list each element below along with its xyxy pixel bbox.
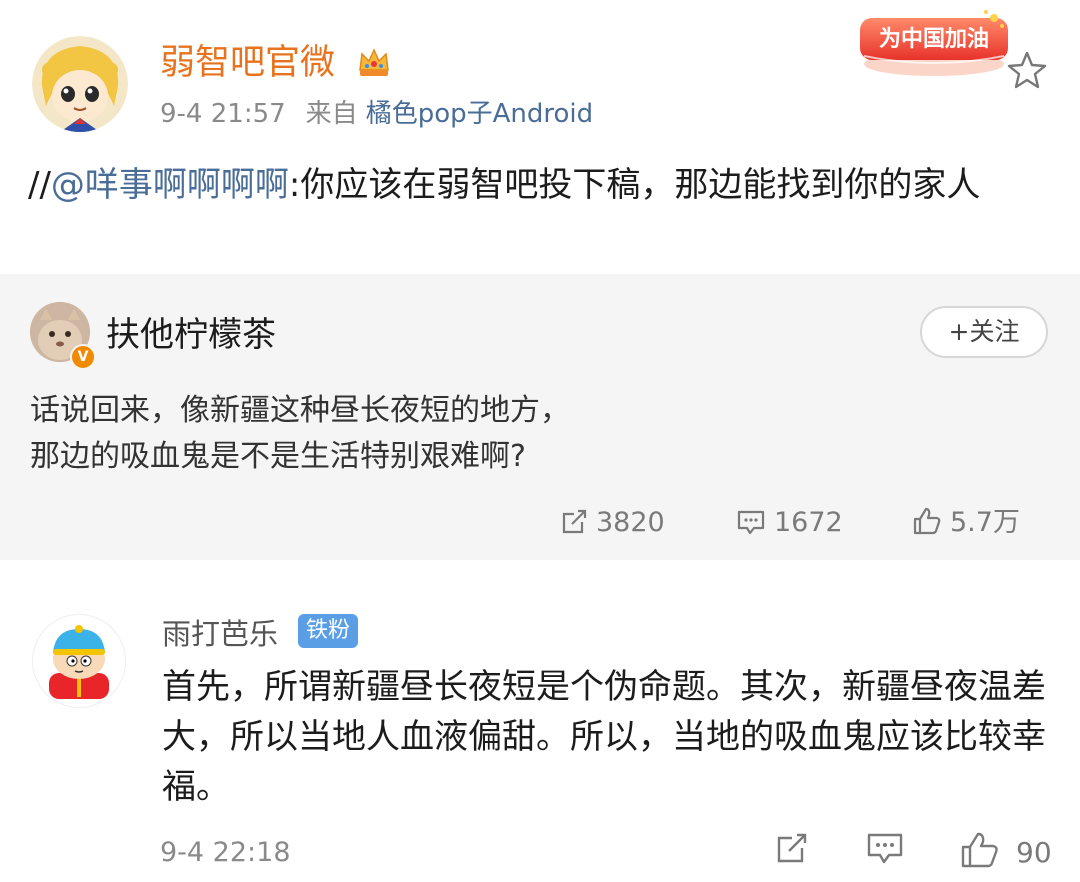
quoted-author-name[interactable]: 扶他柠檬茶 [106, 312, 276, 358]
cheer-china-badge: 为中国加油 [856, 8, 1012, 80]
repost-count: 3820 [596, 507, 665, 538]
quoted-text-line-2: 那边的吸血鬼是不是生活特别艰难啊? [30, 439, 526, 474]
post-time: 9-4 21:57 [160, 99, 286, 129]
fan-badge: 铁粉 [298, 614, 359, 648]
like-count: 5.7万 [950, 507, 1020, 538]
comment-reply-button[interactable] [866, 830, 904, 870]
repost-icon [777, 833, 807, 863]
quoted-like-button[interactable]: 5.7万 [912, 504, 1020, 542]
commenter-name[interactable]: 雨打芭乐 [162, 614, 278, 654]
author-avatar[interactable] [32, 36, 128, 132]
crown-icon [356, 44, 392, 80]
comment-icon [867, 833, 903, 864]
comment-repost-button[interactable] [774, 830, 810, 870]
post-meta: 9-4 21:57 来自 橘色pop子Android [160, 96, 593, 132]
mention-link[interactable]: @咩事啊啊啊啊 [51, 165, 289, 205]
thumbs-up-icon [913, 507, 941, 535]
comment-like-button[interactable] [960, 830, 1000, 874]
post-body: :你应该在弱智吧投下稿，那边能找到你的家人 [288, 165, 981, 205]
comment-icon [737, 510, 765, 535]
author-name[interactable]: 弱智吧官微 [160, 40, 335, 86]
from-label: 来自 [305, 99, 358, 129]
quoted-text-line-1: 话说回来，像新疆这种昼长夜短的地方， [30, 393, 570, 428]
repost-icon [562, 509, 587, 534]
quoted-comment-button[interactable]: 1672 [736, 504, 843, 542]
comment-time: 9-4 22:18 [160, 837, 291, 868]
thumbs-up-icon [961, 832, 998, 868]
star-icon[interactable] [1006, 50, 1048, 90]
comment-count: 1672 [774, 507, 843, 538]
post-source[interactable]: 橘色pop子Android [366, 99, 593, 129]
badge-text: 为中国加油 [879, 26, 989, 51]
quoted-repost-button[interactable]: 3820 [560, 504, 665, 542]
verified-badge: V [70, 344, 96, 370]
quoted-text: 话说回来，像新疆这种昼长夜短的地方， 那边的吸血鬼是不是生活特别艰难啊? [30, 388, 1050, 480]
post-text: //@咩事啊啊啊啊:你应该在弱智吧投下稿，那边能找到你的家人 [28, 160, 1058, 210]
follow-button[interactable]: +关注 [920, 306, 1048, 358]
commenter-avatar[interactable] [32, 614, 126, 708]
comment-like-count: 90 [1016, 836, 1052, 869]
repost-prefix: // [28, 165, 51, 205]
comment-text: 首先，所谓新疆昼长夜短是个伪命题。其次，新疆昼夜温差大，所以当地人血液偏甜。所以… [162, 667, 1046, 807]
